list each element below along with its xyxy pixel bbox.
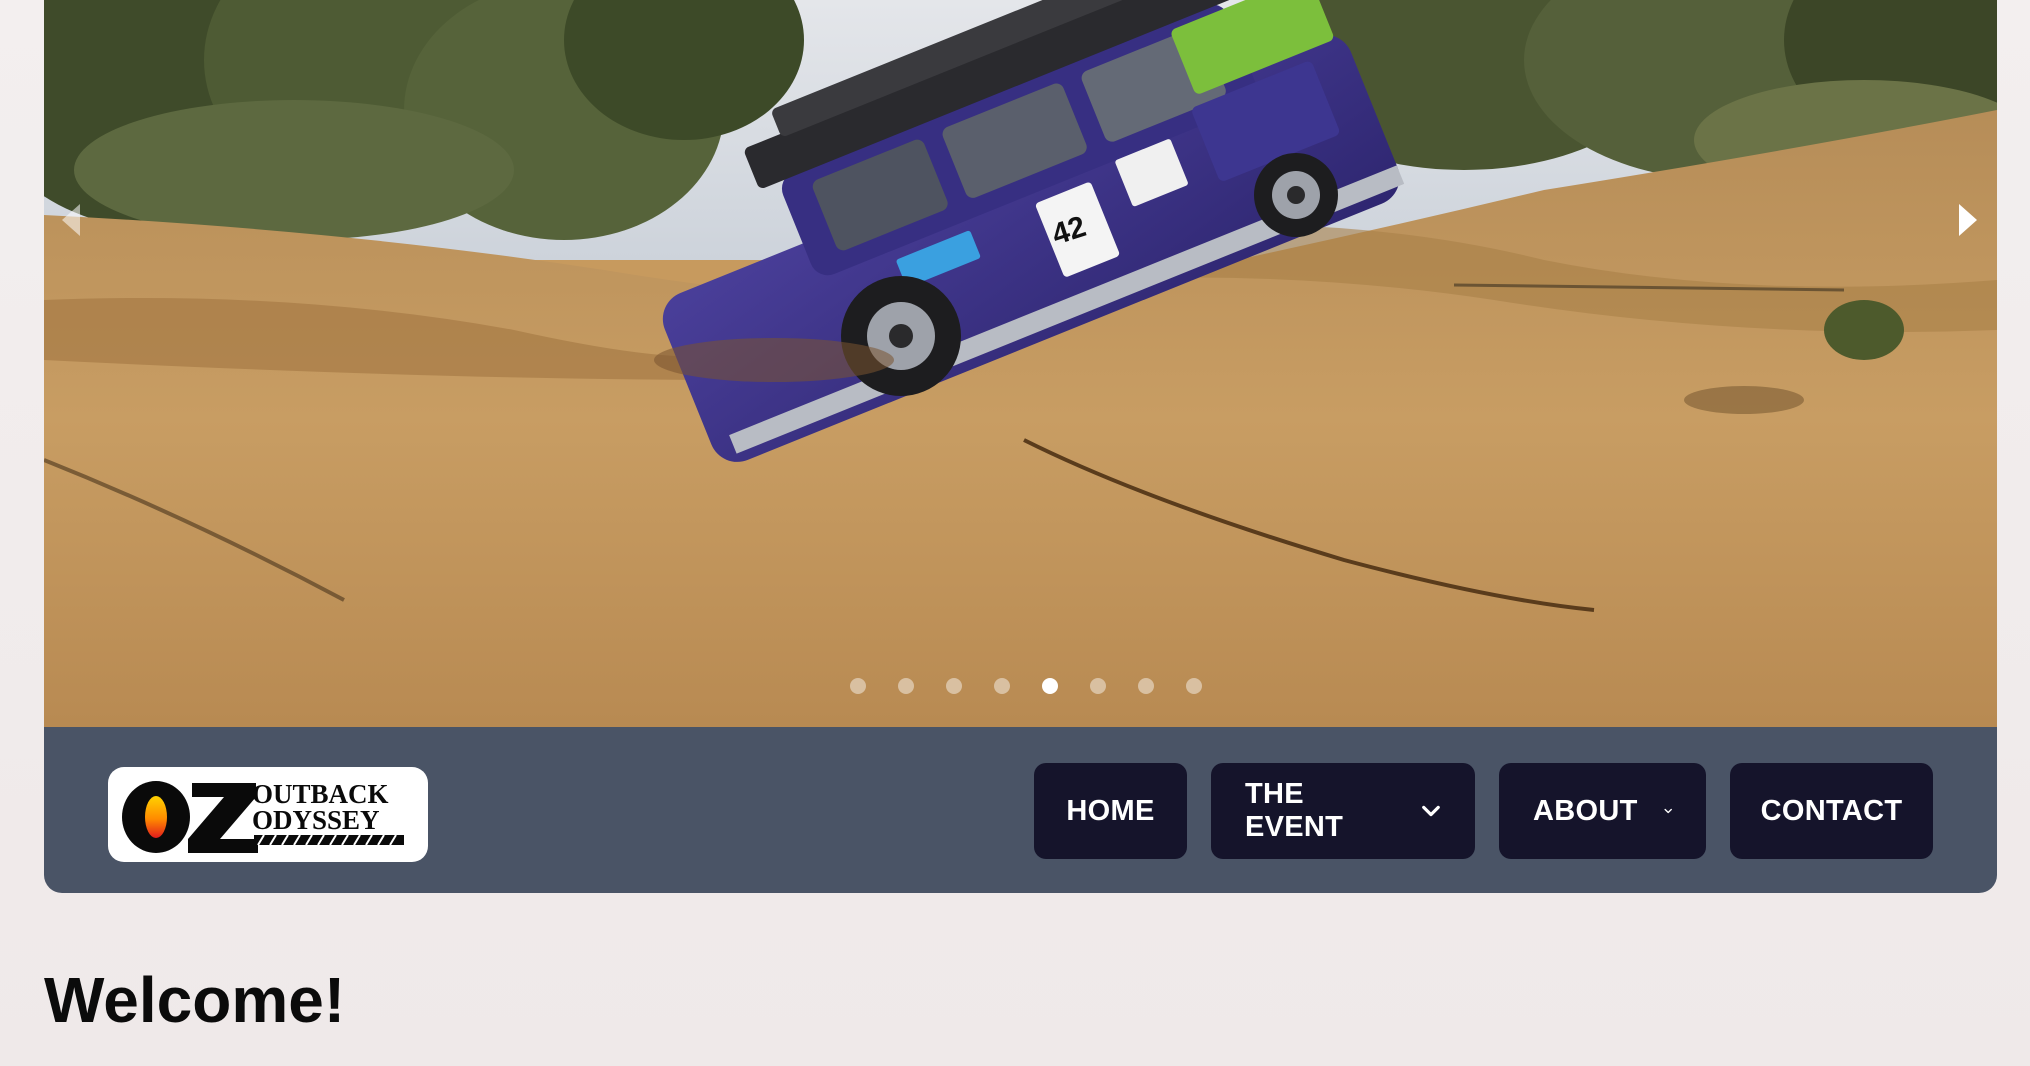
nav-about-button[interactable]: ABOUT <box>1499 763 1706 859</box>
oz-outback-odyssey-logo: OUTBACK ODYSSEY <box>122 779 404 853</box>
nav-home-label: HOME <box>1066 794 1155 827</box>
hero-image: 42 <box>44 0 1997 727</box>
main-navigation: HOME THE EVENT ABOUT CONTACT <box>1034 763 1933 859</box>
slider-dot[interactable] <box>945 678 962 694</box>
slider-dot[interactable] <box>1185 678 1202 694</box>
page-heading: Welcome! <box>44 964 346 1036</box>
slider-dot[interactable] <box>849 678 866 694</box>
slider-pagination <box>44 678 1997 694</box>
hero-slider: 42 <box>44 0 1997 727</box>
slider-dot[interactable] <box>1089 678 1106 694</box>
nav-home-button[interactable]: HOME <box>1034 763 1187 859</box>
site-logo[interactable]: OUTBACK ODYSSEY <box>108 767 428 862</box>
caret-left-icon <box>62 204 80 236</box>
slider-dot[interactable] <box>1137 678 1154 694</box>
slider-dot[interactable] <box>993 678 1010 694</box>
slider-next-button[interactable] <box>1951 200 1985 240</box>
slider-dot-active[interactable] <box>1041 678 1058 694</box>
nav-the-event-label: THE EVENT <box>1245 778 1344 843</box>
logo-line2: ODYSSEY <box>252 805 380 835</box>
slider-dot[interactable] <box>897 678 914 694</box>
nav-about-label: ABOUT <box>1533 794 1638 827</box>
page: 42 OUTBACK ODYSSEY HOME THE EVENT ABOUT … <box>0 0 2030 1066</box>
chevron-down-icon <box>1664 804 1672 818</box>
nav-contact-button[interactable]: CONTACT <box>1730 763 1933 859</box>
site-header: OUTBACK ODYSSEY HOME THE EVENT ABOUT CON… <box>44 727 1997 893</box>
nav-contact-label: CONTACT <box>1760 794 1903 827</box>
nav-the-event-button[interactable]: THE EVENT <box>1211 763 1475 859</box>
caret-right-icon <box>1959 204 1977 236</box>
slider-prev-button[interactable] <box>54 200 88 240</box>
chevron-down-icon <box>1421 804 1441 818</box>
